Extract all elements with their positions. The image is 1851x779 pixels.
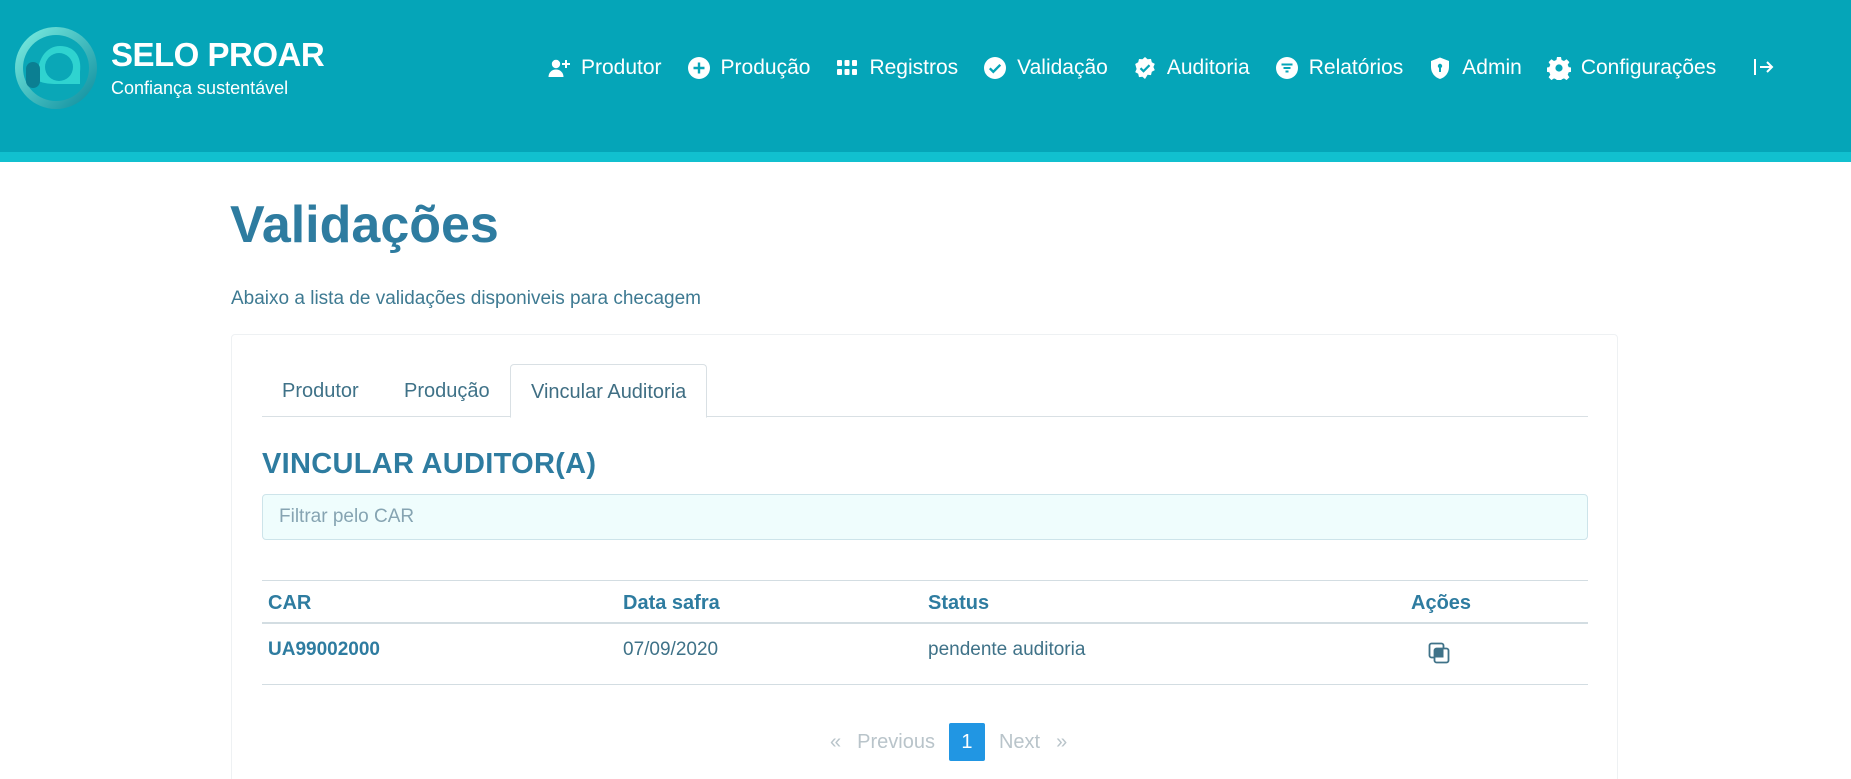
- nav-relatorios[interactable]: Relatórios: [1275, 56, 1404, 80]
- nav-registros[interactable]: Registros: [835, 56, 958, 80]
- navbar-accent-strip: [0, 152, 1851, 162]
- plus-circle-icon: [687, 56, 711, 80]
- cell-data-safra: 07/09/2020: [623, 639, 719, 660]
- car-filter-input[interactable]: [262, 494, 1588, 540]
- page-title: Validações: [230, 196, 499, 254]
- pagination-previous[interactable]: Previous: [857, 731, 935, 754]
- nav-auditoria[interactable]: Auditoria: [1133, 56, 1250, 80]
- gear-icon: [1546, 56, 1571, 80]
- tab-vincular-auditoria[interactable]: Vincular Auditoria: [510, 364, 708, 418]
- nav-configuracoes[interactable]: Configurações: [1546, 56, 1717, 80]
- brand-title: SELO PROAR: [111, 36, 325, 73]
- nav-admin[interactable]: Admin: [1428, 56, 1522, 80]
- nav-label: Auditoria: [1166, 56, 1250, 79]
- pagination-next[interactable]: Next: [999, 731, 1040, 754]
- nav-produtor[interactable]: Produtor: [547, 56, 662, 80]
- nav-validacao[interactable]: Validação: [983, 56, 1108, 80]
- tab-produtor[interactable]: Produtor: [262, 364, 379, 417]
- main-nav: Produtor Produção Registros Validação Au…: [547, 50, 1741, 86]
- pagination-first[interactable]: «: [830, 731, 841, 754]
- nav-label: Configurações: [1580, 56, 1717, 79]
- grid-icon: [835, 56, 859, 80]
- column-header-data-safra[interactable]: Data safra: [623, 592, 720, 615]
- tab-producao[interactable]: Produção: [384, 364, 510, 417]
- table-row: UA99002000 07/09/2020 pendente auditoria: [262, 624, 1588, 685]
- copy-icon[interactable]: [1427, 641, 1451, 665]
- nav-label: Relatórios: [1308, 56, 1404, 79]
- cell-status: pendente auditoria: [928, 639, 1086, 660]
- pagination-last[interactable]: »: [1056, 731, 1067, 754]
- shield-icon: [1428, 56, 1452, 80]
- column-header-status[interactable]: Status: [928, 592, 989, 615]
- user-plus-icon: [547, 56, 571, 80]
- section-heading: VINCULAR AUDITOR(A): [262, 448, 597, 480]
- pagination-page-1[interactable]: 1: [948, 723, 985, 761]
- column-header-car[interactable]: CAR: [268, 592, 311, 615]
- page-description: Abaixo a lista de validações disponiveis…: [231, 288, 701, 309]
- nav-label: Validação: [1017, 56, 1108, 79]
- nav-label: Produção: [720, 56, 811, 79]
- nav-label: Produtor: [581, 56, 662, 79]
- validations-table: CAR Data safra Status Ações UA99002000 0…: [262, 580, 1588, 685]
- nav-label: Registros: [869, 56, 959, 79]
- logo-icon[interactable]: [12, 24, 100, 112]
- check-circle-icon: [983, 56, 1007, 80]
- cell-car[interactable]: UA99002000: [268, 639, 380, 661]
- pagination: « Previous 1 Next »: [830, 723, 1067, 761]
- badge-check-icon: [1133, 56, 1157, 80]
- table-header: CAR Data safra Status Ações: [262, 580, 1588, 624]
- column-header-acoes: Ações: [1411, 592, 1472, 614]
- nav-producao[interactable]: Produção: [687, 56, 811, 80]
- logout-icon[interactable]: [1753, 54, 1775, 80]
- filter-circle-icon: [1275, 56, 1299, 80]
- tab-bar: Produtor Produção Vincular Auditoria: [262, 364, 1588, 418]
- nav-label: Admin: [1462, 56, 1522, 79]
- brand-subtitle: Confiança sustentável: [111, 78, 289, 98]
